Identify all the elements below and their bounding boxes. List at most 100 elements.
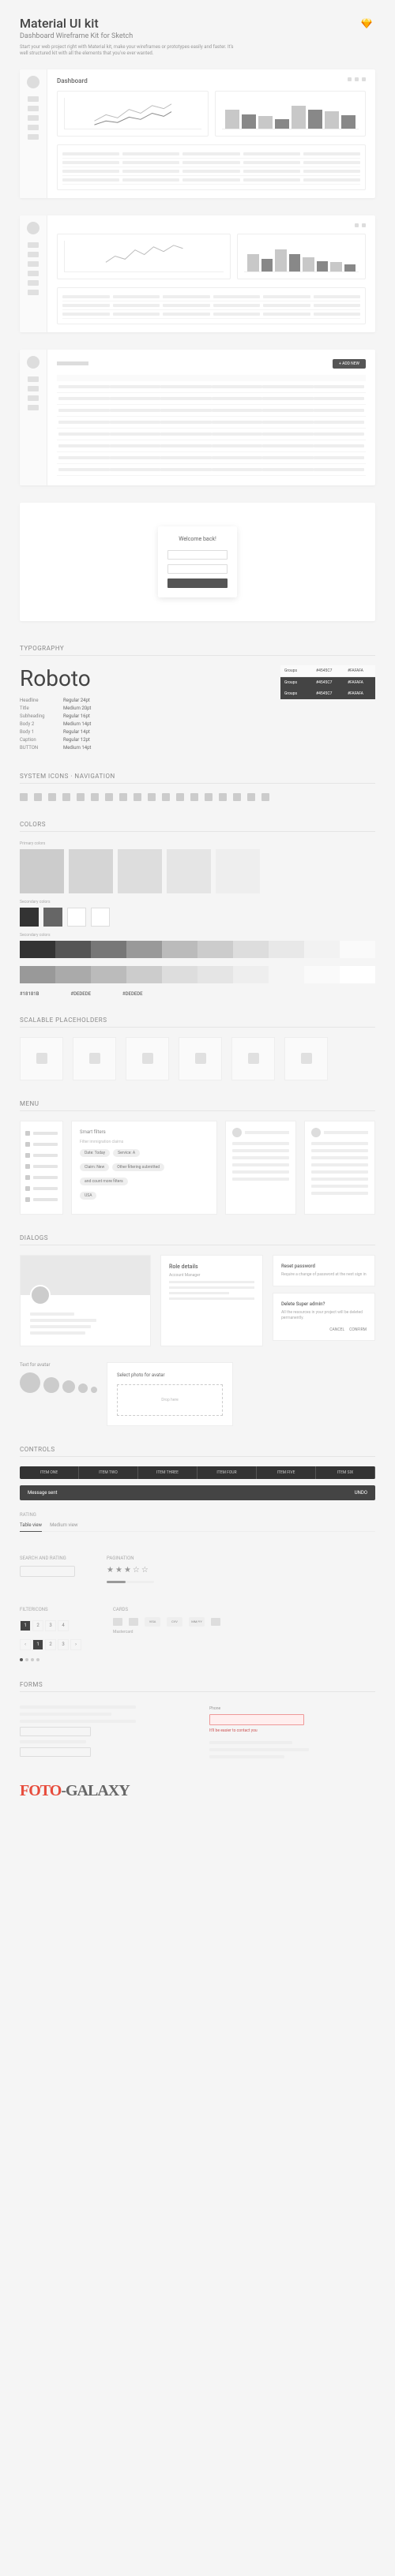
page-button[interactable]: 3 <box>45 1620 56 1631</box>
confirm-button[interactable]: CONFIRM <box>349 1327 367 1332</box>
filter-chip[interactable]: USA <box>80 1192 96 1200</box>
tabs-dark: ITEM ONE ITEM TWO ITEM THREE ITEM FOUR I… <box>20 1466 375 1479</box>
dialog-title: Reset password <box>281 1264 367 1269</box>
list-item[interactable] <box>232 1178 289 1181</box>
avatar-icon <box>78 1383 88 1393</box>
nav-item[interactable] <box>28 261 39 267</box>
list-item[interactable] <box>311 1156 368 1159</box>
section-placeholders: SCALABLE PLACEHOLDERS <box>20 1017 375 1028</box>
text-input[interactable] <box>20 1747 91 1757</box>
topbar-icon[interactable] <box>362 77 366 81</box>
nav-item[interactable] <box>28 280 39 286</box>
filter-icon[interactable] <box>211 1618 220 1626</box>
page-button[interactable]: 1 <box>32 1639 43 1650</box>
menu-item[interactable] <box>25 1128 58 1139</box>
filter-chip[interactable]: Service: A <box>113 1149 140 1157</box>
nav-item[interactable] <box>28 252 39 257</box>
data-table <box>57 144 366 190</box>
error-input[interactable] <box>209 1714 304 1725</box>
dot-icon[interactable] <box>31 1658 34 1661</box>
dropzone[interactable]: Drop here <box>117 1384 223 1416</box>
page-button[interactable]: 1 <box>20 1620 31 1631</box>
menu-item[interactable] <box>25 1161 58 1172</box>
list-item[interactable] <box>232 1170 289 1174</box>
nav-icon <box>176 793 184 801</box>
list-item[interactable] <box>232 1163 289 1166</box>
search-input[interactable] <box>20 1566 75 1577</box>
filter-chip[interactable]: Other filtering submitted <box>112 1163 164 1171</box>
color-swatch <box>216 849 260 893</box>
menu-item[interactable] <box>25 1183 58 1194</box>
list-item[interactable] <box>232 1142 289 1145</box>
page-button[interactable]: 2 <box>45 1639 56 1650</box>
list-item[interactable] <box>311 1142 368 1145</box>
list-item[interactable] <box>311 1149 368 1152</box>
star-rating[interactable]: ★★★☆☆ <box>107 1566 154 1574</box>
topbar-icon[interactable] <box>362 223 366 227</box>
nav-item[interactable] <box>28 125 39 130</box>
menu-item[interactable] <box>25 1150 58 1161</box>
line-chart-card <box>57 91 209 137</box>
email-field[interactable] <box>167 550 228 560</box>
list-item[interactable] <box>311 1178 368 1181</box>
dialog-title: Role details <box>169 1264 254 1270</box>
undo-button[interactable]: UNDO <box>355 1490 367 1496</box>
mockup-dashboard-2 <box>20 215 375 332</box>
nav-item[interactable] <box>28 96 39 102</box>
menu-item[interactable] <box>25 1194 58 1205</box>
tab-item[interactable]: ITEM TWO <box>79 1466 138 1479</box>
dialog-title: Delete Super admin? <box>281 1301 367 1307</box>
list-item[interactable] <box>311 1192 368 1195</box>
list-item[interactable] <box>311 1185 368 1188</box>
page-next-button[interactable]: › <box>70 1639 81 1650</box>
cancel-button[interactable]: CANCEL <box>329 1327 344 1332</box>
nav-item[interactable] <box>28 376 39 382</box>
login-card: Welcome back! <box>158 526 237 597</box>
dot-icon[interactable] <box>20 1658 23 1661</box>
dot-icon[interactable] <box>36 1658 40 1661</box>
menu-item[interactable] <box>25 1139 58 1150</box>
nav-item[interactable] <box>28 115 39 121</box>
list-item[interactable] <box>311 1163 368 1166</box>
menu-nav <box>20 1121 63 1215</box>
page-button[interactable]: 3 <box>58 1639 69 1650</box>
filter-icon[interactable] <box>113 1618 122 1626</box>
filter-icon[interactable] <box>129 1618 138 1626</box>
topbar-icon[interactable] <box>355 223 359 227</box>
tab-item[interactable]: ITEM FOUR <box>198 1466 257 1479</box>
tab-item[interactable]: ITEM ONE <box>20 1466 79 1479</box>
nav-item[interactable] <box>28 386 39 391</box>
nav-item[interactable] <box>28 395 39 401</box>
list-item[interactable] <box>311 1170 368 1174</box>
filter-chip[interactable]: and count more filters <box>80 1178 128 1185</box>
nav-item[interactable] <box>28 271 39 276</box>
tab-item[interactable]: Medium view <box>50 1522 77 1528</box>
list-item[interactable] <box>232 1156 289 1159</box>
text-input[interactable] <box>20 1727 91 1736</box>
menu-item[interactable] <box>25 1172 58 1183</box>
topbar-icon[interactable] <box>348 77 352 81</box>
tab-item[interactable]: ITEM THREE <box>138 1466 198 1479</box>
tab-item[interactable]: ITEM FIVE <box>257 1466 316 1479</box>
list-item[interactable] <box>232 1149 289 1152</box>
dot-icon[interactable] <box>25 1658 28 1661</box>
filter-chip[interactable]: Claim: New <box>80 1163 109 1171</box>
nav-item[interactable] <box>28 134 39 140</box>
login-button[interactable] <box>167 578 228 588</box>
action-button[interactable]: + ADD NEW <box>333 359 366 369</box>
topbar-icon[interactable] <box>355 77 359 81</box>
placeholder-tile <box>179 1037 222 1080</box>
page-button[interactable]: 2 <box>32 1620 43 1631</box>
nav-item[interactable] <box>28 405 39 410</box>
page-prev-button[interactable]: ‹ <box>20 1639 31 1650</box>
page-button[interactable]: 4 <box>58 1620 69 1631</box>
filter-chip[interactable]: Date: Today <box>80 1149 110 1157</box>
nav-item[interactable] <box>28 106 39 111</box>
password-field[interactable] <box>167 564 228 574</box>
tab-item[interactable]: Table view <box>20 1522 42 1532</box>
nav-item[interactable] <box>28 290 39 295</box>
primary-colors-label: Primary colors <box>20 841 375 846</box>
nav-item[interactable] <box>28 242 39 248</box>
tab-item[interactable]: ITEM SIX <box>316 1466 375 1479</box>
menu-icon <box>25 1164 30 1169</box>
